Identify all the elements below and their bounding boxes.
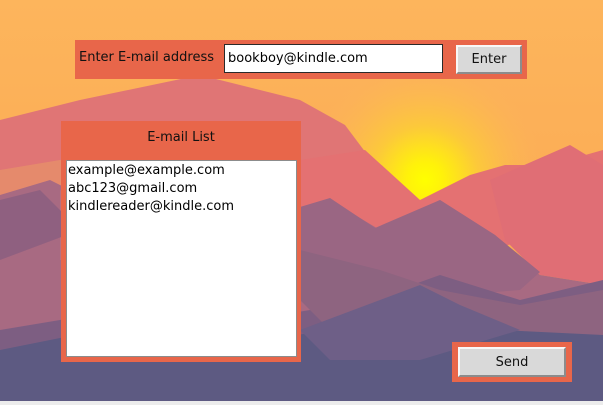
send-button[interactable]: Send bbox=[458, 347, 566, 377]
email-input[interactable] bbox=[224, 44, 443, 73]
email-list-item[interactable]: kindlereader@kindle.com bbox=[68, 198, 296, 216]
email-list-item[interactable]: example@example.com bbox=[68, 162, 296, 180]
app-window: Enter E-mail address Enter E-mail List e… bbox=[0, 0, 603, 405]
enter-button[interactable]: Enter bbox=[456, 45, 522, 74]
email-list-item[interactable]: abc123@gmail.com bbox=[68, 180, 296, 198]
email-entry-label: Enter E-mail address bbox=[79, 50, 214, 65]
email-listbox[interactable]: example@example.com abc123@gmail.com kin… bbox=[66, 160, 297, 357]
window-bottom-edge bbox=[0, 401, 603, 405]
send-button-frame: Send bbox=[452, 342, 572, 382]
email-list-title: E-mail List bbox=[147, 130, 215, 145]
email-entry-bar: Enter E-mail address Enter bbox=[75, 40, 527, 79]
email-list-panel: E-mail List example@example.com abc123@g… bbox=[61, 121, 301, 362]
